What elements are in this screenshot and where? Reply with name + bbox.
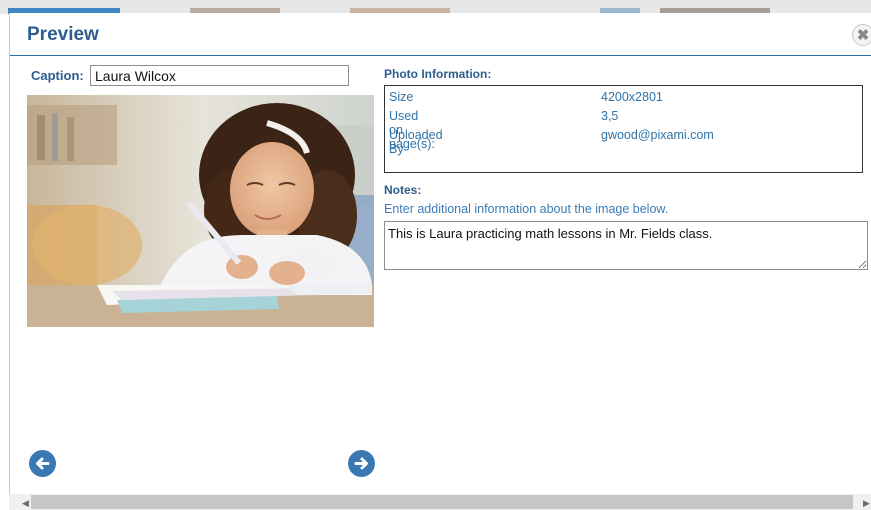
scroll-right-icon[interactable]: ▶ (863, 498, 870, 509)
notes-textarea[interactable]: This is Laura practicing math lessons in… (384, 221, 868, 270)
photo-information-title: Photo Information: (384, 67, 492, 81)
info-label: Size (389, 90, 414, 104)
caption-label: Caption: (31, 68, 84, 83)
scrollbar-thumb[interactable] (31, 495, 853, 509)
info-value: 4200x2801 (601, 90, 663, 104)
arrow-left-circle-icon (36, 457, 50, 470)
horizontal-scrollbar[interactable]: ◀ ▶ (9, 494, 871, 510)
photo-information-box: Size 4200x2801 Used on page(s): 3,5 Uplo… (384, 85, 863, 173)
background-strip (0, 0, 871, 14)
info-value: 3,5 (601, 109, 619, 123)
next-photo-button[interactable] (348, 450, 375, 477)
info-value: gwood@pixami.com (601, 128, 714, 142)
notes-title: Notes: (384, 183, 422, 197)
arrow-right-circle-icon (354, 457, 368, 470)
photo-preview (27, 95, 374, 327)
scroll-left-icon[interactable]: ◀ (22, 498, 29, 509)
notes-hint: Enter additional information about the i… (384, 202, 669, 216)
info-label: Uploaded By (389, 128, 443, 156)
modal-header: Preview ✖ (10, 13, 871, 56)
caption-input[interactable] (90, 65, 349, 86)
close-icon[interactable]: ✖ (852, 24, 871, 46)
modal-title: Preview (27, 24, 99, 45)
preview-modal: Preview ✖ Caption: Laura Wilcox Photo In… (9, 13, 871, 510)
previous-photo-button[interactable] (29, 450, 56, 477)
